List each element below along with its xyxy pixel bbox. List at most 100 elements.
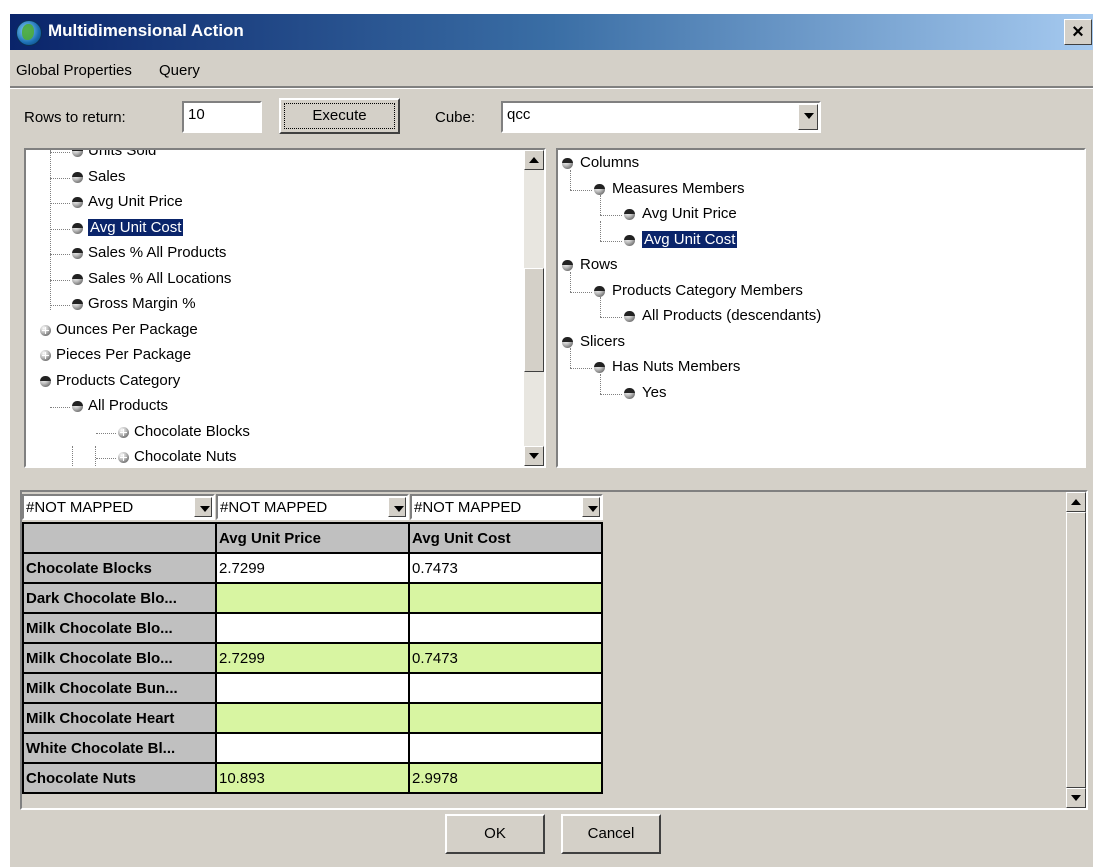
value-cell[interactable]: 0.7473 <box>408 642 603 674</box>
tree-item[interactable]: All Products (descendants) <box>558 297 1078 329</box>
tree-connector <box>570 291 592 293</box>
value-cell[interactable] <box>215 582 410 614</box>
tree-item[interactable]: Products Category Members <box>558 271 1078 304</box>
rows-to-return-input[interactable]: 10 <box>182 101 262 133</box>
rows-to-return-label: Rows to return: <box>24 109 126 126</box>
menu-bar: Global Properties Query <box>10 50 1093 89</box>
expand-node-icon[interactable] <box>118 426 129 438</box>
column-header: Avg Unit Cost <box>408 522 603 554</box>
tree-item[interactable]: Rows <box>558 254 1078 278</box>
tree-item-label: Sales % All Locations <box>88 269 232 287</box>
available-members-tree[interactable]: Units Sold Sales Avg Unit Price Avg Unit Co… <box>24 148 546 468</box>
mapping-select-3[interactable]: #NOT MAPPED <box>410 494 603 520</box>
tree-node-icon[interactable] <box>40 375 51 387</box>
table-row: White Chocolate Bl... <box>22 732 603 764</box>
tree-item[interactable]: Sales % All Products <box>26 242 516 266</box>
value-cell[interactable]: 2.9978 <box>408 762 603 794</box>
value-cell[interactable] <box>215 612 410 644</box>
tree-node-icon <box>562 158 573 169</box>
value-cell[interactable]: 2.7299 <box>215 552 410 584</box>
tree-item-label: Sales <box>88 167 126 185</box>
tree-item[interactable]: Sales <box>26 166 516 190</box>
value-cell[interactable] <box>408 732 603 764</box>
chevron-down-icon[interactable] <box>798 104 818 130</box>
tree-item[interactable]: Avg Unit Price <box>26 191 516 215</box>
tree-item[interactable]: Products Category <box>26 370 516 394</box>
cube-label: Cube: <box>435 109 476 126</box>
grid-scrollbar[interactable] <box>1066 492 1086 808</box>
tree-item[interactable]: Has Nuts Members <box>558 348 1078 380</box>
scroll-up-icon[interactable] <box>524 150 544 170</box>
tree-item-label: Has Nuts Members <box>612 358 741 375</box>
tree-item[interactable]: All Products <box>26 395 516 419</box>
tree-item[interactable]: Sales % All Locations <box>26 268 516 292</box>
value-cell[interactable]: 0.7473 <box>408 552 603 584</box>
tree-item-label: Avg Unit Price <box>642 205 737 222</box>
tree-connector <box>600 215 622 216</box>
tree-node-icon[interactable] <box>72 401 83 412</box>
tree-connector <box>96 458 116 459</box>
tree-node-icon <box>72 150 83 157</box>
execute-button[interactable]: Execute <box>279 98 400 134</box>
tree-item[interactable]: Chocolate Blocks <box>26 421 516 445</box>
value-cell[interactable]: 10.893 <box>215 762 410 794</box>
tree-connector <box>600 220 601 241</box>
tree-connector <box>570 169 571 190</box>
scroll-down-icon[interactable] <box>1066 788 1086 808</box>
tree-item[interactable]: Columns <box>558 152 1078 176</box>
tree-connector <box>95 446 96 466</box>
cube-select[interactable]: qcc <box>501 101 821 133</box>
tree-connector <box>72 446 73 466</box>
tree-node-icon <box>72 222 83 234</box>
close-button[interactable]: × <box>1064 19 1092 45</box>
title-bar: Multidimensional Action × <box>10 14 1093 50</box>
query-layout-tree[interactable]: Columns Measures Members Avg Unit Price Avg… <box>556 148 1086 468</box>
tree-item-label: Avg Unit Cost <box>88 218 184 236</box>
mapping-select-1[interactable]: #NOT MAPPED <box>22 494 215 520</box>
value-cell[interactable] <box>408 702 603 734</box>
value-cell[interactable] <box>215 702 410 734</box>
expand-node-icon[interactable] <box>40 350 51 361</box>
left-tree-scrollbar[interactable] <box>524 150 544 466</box>
expand-node-icon[interactable] <box>118 452 129 463</box>
tree-connector <box>50 254 70 255</box>
mapping-select-2[interactable]: #NOT MAPPED <box>216 494 409 520</box>
tree-connector <box>600 240 622 242</box>
value-cell[interactable] <box>408 612 603 644</box>
tree-item[interactable]: Measures Members <box>558 169 1078 202</box>
tree-item[interactable]: Yes <box>558 373 1078 406</box>
ok-button[interactable]: OK <box>445 814 545 854</box>
value-cell[interactable]: 2.7299 <box>215 642 410 674</box>
tree-node-icon <box>72 299 83 310</box>
value-cell[interactable] <box>215 732 410 764</box>
chevron-down-icon[interactable] <box>194 497 212 517</box>
tree-item[interactable]: Chocolate Nuts <box>26 446 516 466</box>
expand-node-icon[interactable] <box>40 324 51 336</box>
scroll-up-icon[interactable] <box>1066 492 1086 512</box>
tree-item[interactable]: Pieces Per Package <box>26 344 516 368</box>
value-cell[interactable] <box>408 672 603 704</box>
tree-item[interactable]: Slicers <box>558 331 1078 355</box>
tree-item[interactable]: Gross Margin % <box>26 293 516 317</box>
left-tree-scroll-thumb[interactable] <box>524 268 544 372</box>
chevron-down-icon[interactable] <box>582 497 600 517</box>
row-header-cell: Milk Chocolate Blo... <box>22 642 217 674</box>
tree-item[interactable]: Avg Unit Cost <box>558 220 1078 253</box>
tree-item[interactable]: Units Sold <box>26 150 516 164</box>
value-cell[interactable] <box>408 582 603 614</box>
tree-item[interactable]: Avg Unit Price <box>558 195 1078 227</box>
tree-item-label: Gross Margin % <box>88 295 196 312</box>
cancel-button[interactable]: Cancel <box>561 814 661 854</box>
row-header-cell: White Chocolate Bl... <box>22 732 217 764</box>
tree-connector <box>50 279 70 281</box>
menu-query[interactable]: Query <box>159 62 200 79</box>
scroll-down-icon[interactable] <box>524 446 544 466</box>
menu-global-properties[interactable]: Global Properties <box>16 62 132 79</box>
tree-item-label: Chocolate Blocks <box>134 422 250 440</box>
value-cell[interactable] <box>215 672 410 704</box>
tree-item[interactable]: Ounces Per Package <box>26 319 516 343</box>
tree-item[interactable]: Avg Unit Cost <box>26 217 516 241</box>
tree-node-icon <box>594 285 605 297</box>
grid-scroll-thumb[interactable] <box>1066 512 1086 788</box>
chevron-down-icon[interactable] <box>388 497 406 517</box>
